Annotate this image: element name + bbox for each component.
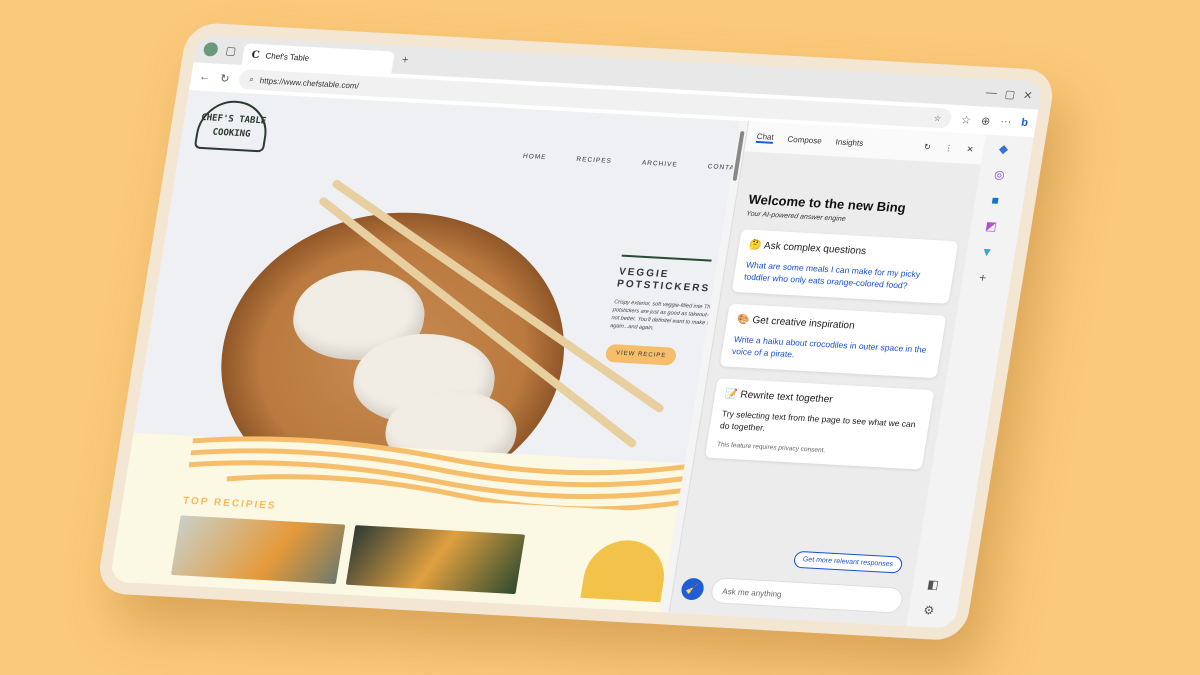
more-icon[interactable]: ··· xyxy=(999,116,1012,129)
sidebar-toggle-icon[interactable]: ◧ xyxy=(926,577,940,592)
tab-insights[interactable]: Insights xyxy=(835,137,864,147)
close-window-icon[interactable]: ✕ xyxy=(1022,88,1033,101)
thinking-emoji-icon: 🤔 xyxy=(748,239,763,252)
profile-avatar[interactable] xyxy=(202,41,219,57)
card-title: Get creative inspiration xyxy=(751,315,856,332)
new-tab-icon[interactable]: + xyxy=(401,54,409,66)
shopping-tag-icon[interactable]: ◆ xyxy=(998,142,1009,156)
bing-icon[interactable]: b xyxy=(1020,117,1029,129)
ask-input[interactable]: Ask me anything xyxy=(709,577,905,614)
settings-icon[interactable]: ⚙ xyxy=(922,603,935,617)
minimize-icon[interactable]: — xyxy=(985,87,998,100)
hero-title: VEGGIE POTSTICKERS xyxy=(616,266,711,295)
tab-actions-icon[interactable]: ▢ xyxy=(225,44,237,57)
collections-icon[interactable]: ⊕ xyxy=(980,114,991,127)
recipe-thumbnail[interactable] xyxy=(170,515,346,585)
tablet-device: ▢ C Chef's Table + — ▢ ✕ ← ↻ ⌕ https://w… xyxy=(95,22,1057,642)
tab-chat[interactable]: Chat xyxy=(755,131,775,144)
tab-compose[interactable]: Compose xyxy=(787,134,823,145)
tab-title: Chef's Table xyxy=(264,50,310,63)
url-text: https://www.chefstable.com/ xyxy=(259,75,360,91)
search-icon: ⌕ xyxy=(248,74,255,84)
privacy-note: This feature requires privacy consent. xyxy=(716,441,826,455)
nav-home[interactable]: HOME xyxy=(522,153,547,161)
palette-emoji-icon: 🎨 xyxy=(736,314,751,326)
card-title: Ask complex questions xyxy=(763,240,867,258)
more-options-icon[interactable]: ⋮ xyxy=(944,143,953,152)
card-prompt[interactable]: What are some meals I can make for my pi… xyxy=(743,259,944,294)
card-title: Rewrite text together xyxy=(739,389,834,406)
site-logo[interactable]: CHEF'S TABLE COOKING xyxy=(193,98,272,153)
games-icon[interactable]: ▼ xyxy=(980,245,994,260)
card-text: Try selecting text from the page to see … xyxy=(719,408,917,433)
refresh-icon[interactable]: ↻ xyxy=(219,71,230,84)
new-topic-broom-icon[interactable]: 🧹 xyxy=(679,577,706,601)
suggestion-card[interactable]: 🤔 Ask complex questions What are some me… xyxy=(731,229,959,304)
suggestion-card[interactable]: 🎨 Get creative inspiration Write a haiku… xyxy=(719,303,947,379)
site-nav: HOME RECIPES ARCHIVE CONTAC xyxy=(522,153,741,172)
nav-recipes[interactable]: RECIPES xyxy=(576,156,613,165)
back-icon[interactable]: ← xyxy=(198,71,211,84)
maximize-icon[interactable]: ▢ xyxy=(1004,87,1016,100)
favorites-icon[interactable]: ☆ xyxy=(960,113,972,126)
recipe-thumbnail[interactable] xyxy=(345,525,526,595)
more-responses-button[interactable]: Get more relevant responses xyxy=(792,550,904,574)
favorite-add-icon[interactable]: ☆ xyxy=(933,113,942,122)
pencil-emoji-icon: 📝 xyxy=(724,388,739,401)
card-prompt[interactable]: Write a haiku about crocodiles in outer … xyxy=(731,333,932,368)
divider xyxy=(621,254,712,262)
refresh-icon[interactable]: ↻ xyxy=(923,142,931,151)
nav-archive[interactable]: ARCHIVE xyxy=(641,160,678,169)
office-icon[interactable]: ◎ xyxy=(993,167,1006,181)
favicon: C xyxy=(250,49,261,61)
designer-icon[interactable]: ◩ xyxy=(984,219,998,234)
suggestion-card: 📝 Rewrite text together Try selecting te… xyxy=(704,378,935,470)
webpage: CHEF'S TABLE COOKING HOME RECIPES ARCHIV… xyxy=(109,90,749,613)
outlook-icon[interactable]: ■ xyxy=(991,193,1000,207)
add-icon[interactable]: + xyxy=(978,271,987,285)
browser-window: ▢ C Chef's Table + — ▢ ✕ ← ↻ ⌕ https://w… xyxy=(109,34,1043,629)
view-recipe-button[interactable]: VIEW RECIPE xyxy=(604,343,678,366)
close-panel-icon[interactable]: ✕ xyxy=(966,144,974,153)
